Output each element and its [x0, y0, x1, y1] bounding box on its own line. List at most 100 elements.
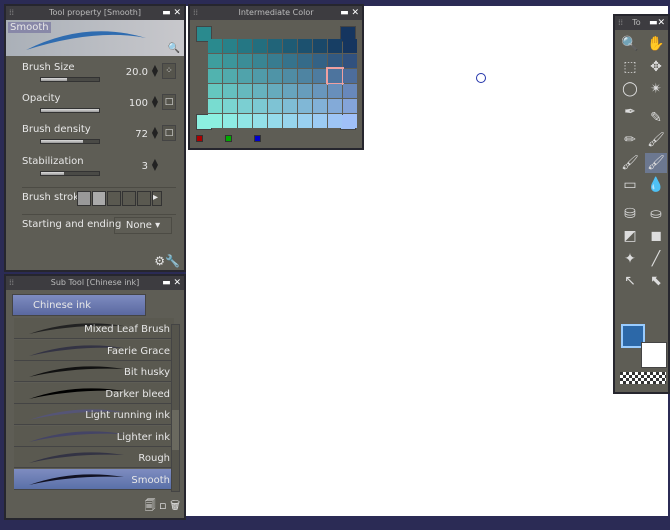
hand-icon[interactable]: ✋ — [645, 34, 667, 54]
color-cell[interactable] — [313, 99, 327, 113]
sub-tool-group-tab[interactable]: Chinese ink — [12, 294, 146, 316]
color-cell[interactable] — [268, 39, 282, 53]
value[interactable]: 3 — [142, 161, 148, 172]
color-cell[interactable] — [343, 69, 357, 83]
color-grid[interactable] — [208, 39, 357, 128]
color-cell[interactable] — [253, 114, 267, 128]
slider[interactable] — [40, 77, 100, 82]
settings-icon[interactable]: ⚙🔧 — [154, 254, 180, 268]
color-cell[interactable] — [253, 69, 267, 83]
scrollbar[interactable] — [171, 324, 180, 492]
color-cell[interactable] — [343, 114, 357, 128]
color-cell[interactable] — [313, 69, 327, 83]
brush-icon[interactable]: 🖌 — [645, 130, 667, 150]
color-cell[interactable] — [223, 54, 237, 68]
value[interactable]: 100 — [129, 98, 148, 109]
transparent-color-swatch[interactable] — [620, 372, 666, 384]
pressure-icon[interactable]: □ — [162, 94, 176, 110]
spin-icon[interactable]: ▲ ▼ — [152, 64, 158, 78]
color-cell[interactable] — [208, 99, 222, 113]
color-cell[interactable] — [268, 99, 282, 113]
minimize-close-buttons[interactable]: ▬ ✕ — [162, 276, 181, 290]
title-bar[interactable]: ⁞⁞ Tool property [Smooth] ▬ ✕ — [6, 6, 184, 20]
color-cell[interactable] — [283, 99, 297, 113]
color-cell[interactable] — [268, 114, 282, 128]
color-cell[interactable] — [328, 39, 342, 53]
sub-tool-item[interactable]: Lighter ink — [14, 425, 174, 447]
title-bar[interactable]: ⁞⁞ Sub Tool [Chinese ink] ▬ ✕ — [6, 276, 184, 290]
pressure-icon[interactable]: □ — [162, 125, 176, 141]
prop-stabilization[interactable]: Stabilization 3 ▲ ▼ — [22, 156, 176, 180]
color-cell[interactable] — [238, 54, 252, 68]
color-cell[interactable] — [343, 99, 357, 113]
sub-tool-item[interactable]: Light running ink — [14, 404, 174, 425]
decoration-icon[interactable]: 🖌 — [645, 152, 667, 173]
color-cell[interactable] — [283, 84, 297, 98]
zoom-icon[interactable]: 🔍 — [619, 34, 641, 54]
eyedropper-icon[interactable]: ✒ — [619, 102, 641, 122]
color-cell[interactable] — [298, 69, 312, 83]
color-cell[interactable] — [313, 39, 327, 53]
sub-tool-item[interactable]: Darker bleed — [14, 382, 174, 404]
title-bar[interactable]: ⁞⁞ Intermediate Color ▬ ✕ — [190, 6, 362, 20]
minimize-close-buttons[interactable]: ▬ ✕ — [162, 6, 181, 20]
lasso-icon[interactable]: ◯ — [619, 79, 641, 99]
blue-channel-icon[interactable] — [254, 135, 261, 142]
gradient2-icon[interactable]: ◼ — [645, 226, 667, 246]
green-channel-icon[interactable] — [225, 135, 232, 142]
color-cell[interactable] — [253, 39, 267, 53]
color-cell[interactable] — [313, 84, 327, 98]
color-cell[interactable] — [253, 84, 267, 98]
color-cell[interactable] — [326, 67, 344, 85]
color-cell[interactable] — [343, 84, 357, 98]
pencil-icon[interactable]: ✏ — [619, 130, 641, 150]
color-cell[interactable] — [298, 114, 312, 128]
title-bar[interactable]: ⁞⁞ To ▬✕ — [615, 16, 668, 30]
color-cell[interactable] — [238, 39, 252, 53]
spin-icon[interactable]: ▲ ▼ — [152, 158, 158, 172]
move-layer-icon[interactable]: ✥ — [645, 57, 667, 77]
color-cell[interactable] — [208, 84, 222, 98]
color-cell[interactable] — [253, 54, 267, 68]
prop-opacity[interactable]: Opacity 100 ▲ ▼ □ — [22, 93, 176, 117]
color-cell[interactable] — [343, 54, 357, 68]
blend-icon[interactable]: 💧 — [645, 175, 667, 195]
color-cell[interactable] — [283, 114, 297, 128]
color-cell[interactable] — [223, 99, 237, 113]
brush-shape-icon[interactable]: ⁘ — [162, 63, 176, 79]
color-cell[interactable] — [223, 39, 237, 53]
color-cell[interactable] — [298, 54, 312, 68]
eraser-icon[interactable]: ▭ — [619, 175, 641, 195]
minimize-close-buttons[interactable]: ▬ ✕ — [340, 6, 359, 20]
sub-tool-item[interactable]: Faerie Grace — [14, 339, 174, 361]
color-cell[interactable] — [283, 69, 297, 83]
zoom-icon[interactable]: 🔍 — [168, 43, 180, 54]
starting-ending-dropdown[interactable]: None ▾ — [114, 217, 172, 234]
color-cell[interactable] — [343, 39, 357, 53]
gradient-icon[interactable]: ◩ — [619, 226, 641, 246]
color-cell[interactable] — [268, 69, 282, 83]
object-icon[interactable]: ⬉ — [645, 271, 667, 291]
color-cell[interactable] — [283, 54, 297, 68]
color-cell[interactable] — [298, 39, 312, 53]
color-cell[interactable] — [238, 84, 252, 98]
color-cell[interactable] — [298, 84, 312, 98]
sub-tool-item[interactable]: Mixed Leaf Brush — [14, 318, 174, 339]
magic-wand-icon[interactable]: ✴ — [645, 79, 667, 99]
slider[interactable] — [40, 108, 100, 113]
frame-icon[interactable]: ↖ — [619, 271, 641, 291]
color-cell[interactable] — [223, 69, 237, 83]
slider[interactable] — [40, 139, 100, 144]
color-cell[interactable] — [298, 99, 312, 113]
sub-tool-item[interactable]: Bit husky — [14, 361, 174, 382]
color-cell[interactable] — [208, 114, 222, 128]
color-cell[interactable] — [283, 39, 297, 53]
sub-tool-item[interactable]: Rough — [14, 447, 174, 468]
spin-icon[interactable]: ▲ ▼ — [152, 126, 158, 140]
color-cell[interactable] — [313, 54, 327, 68]
red-channel-icon[interactable] — [196, 135, 203, 142]
minimize-close-buttons[interactable]: ▬✕ — [649, 16, 665, 30]
color-cell[interactable] — [328, 99, 342, 113]
figure-icon[interactable]: ✦ — [619, 249, 641, 269]
airbrush-icon[interactable]: 🖌 — [619, 153, 641, 173]
